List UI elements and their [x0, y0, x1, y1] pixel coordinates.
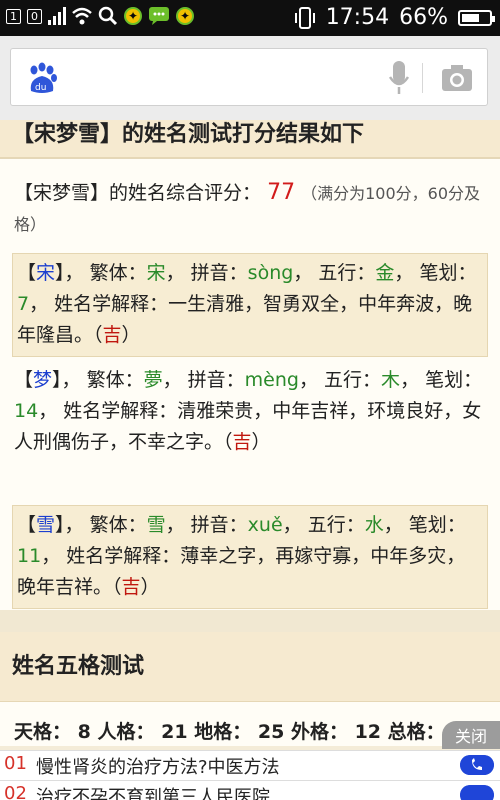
pinyin-value: mèng	[244, 369, 299, 391]
sim-1-icon: 1	[6, 8, 21, 24]
meaning-label: 姓名学解释：	[63, 400, 178, 422]
luck-value: 吉	[102, 324, 122, 346]
camera-icon[interactable]	[441, 63, 473, 93]
wuge-label: 地格：	[194, 721, 252, 743]
section-gap	[0, 610, 500, 632]
battery-icon	[458, 9, 495, 26]
luck-value: 吉	[232, 431, 252, 453]
ad-item[interactable]: 01 慢性肾炎的治疗方法?中医方法	[0, 750, 500, 780]
trad-label: 繁体：	[89, 262, 147, 284]
meaning-label: 姓名学解释：	[54, 293, 169, 315]
trad-label: 繁体：	[89, 514, 147, 536]
status-left: 1 0 ✦ ✦	[6, 6, 194, 26]
wuxing-label: 五行：	[324, 369, 382, 391]
pinyin-label: 拼音：	[190, 262, 248, 284]
wuge-label: 外格：	[290, 721, 348, 743]
strokes-value: 7	[17, 293, 30, 315]
wuxing-value: 金	[375, 262, 395, 284]
ad-text: 慢性肾炎的治疗方法?中医方法	[36, 757, 280, 778]
close-ad-button[interactable]: 关闭	[442, 721, 500, 749]
microphone-icon[interactable]	[389, 61, 409, 95]
luck-value: 吉	[121, 576, 141, 598]
char-box-song: 【宋】， 繁体：宋， 拼音：sòng， 五行：金， 笔划：7， 姓名学解释：一生…	[12, 253, 488, 357]
wuge-label: 总格：	[387, 721, 445, 743]
strokes-value: 11	[17, 545, 42, 567]
char-box-xue: 【雪】， 繁体：雪， 拼音：xuě， 五行：水， 笔划：11， 姓名学解释：薄幸…	[12, 505, 488, 609]
sim-0-icon: 0	[27, 8, 42, 24]
result-title: 【宋梦雪】的姓名测试打分结果如下	[0, 120, 500, 158]
divider	[422, 63, 423, 93]
char-label: 宋	[36, 262, 56, 284]
wuxing-label: 五行：	[307, 514, 365, 536]
score-summary: 【宋梦雪】的姓名综合评分： 77 （满分为100分，60分及格）	[14, 177, 484, 240]
ad-item[interactable]: 02 治疗不孕不育到第三人民医院	[0, 780, 500, 800]
trad-value: 雪	[146, 514, 166, 536]
pinyin-value: sòng	[247, 262, 294, 284]
search-input[interactable]: du	[10, 48, 488, 106]
summary-label: 的姓名综合评分：	[109, 182, 262, 204]
wuxing-label: 五行：	[318, 262, 376, 284]
strokes-label: 笔划：	[408, 514, 466, 536]
svg-text:du: du	[35, 83, 46, 93]
battery-percent: 66%	[399, 5, 448, 30]
wuge-value: 25	[257, 721, 285, 743]
meaning-label: 姓名学解释：	[66, 545, 181, 567]
char-label: 梦	[33, 369, 53, 391]
wuge-value: 21	[161, 721, 188, 743]
search-icon	[98, 6, 118, 26]
search-bar: du	[0, 36, 500, 120]
vibrate-icon	[294, 6, 315, 29]
wuge-value: 12	[354, 721, 382, 743]
app-badge-icon: ✦	[176, 7, 194, 25]
pinyin-label: 拼音：	[187, 369, 245, 391]
pinyin-value: xuě	[247, 514, 283, 536]
status-bar: 1 0 ✦ ✦ 17:54 66%	[0, 0, 500, 36]
wuge-label: 人格：	[97, 721, 155, 743]
trad-value: 宋	[146, 262, 166, 284]
baidu-logo-icon[interactable]: du	[25, 61, 59, 95]
strokes-value: 14	[14, 400, 39, 422]
status-right: 17:54 66%	[294, 5, 495, 30]
trad-value: 夢	[143, 369, 163, 391]
summary-name: 【宋梦雪】	[14, 182, 110, 204]
ad-text: 治疗不孕不育到第三人民医院	[36, 787, 270, 800]
wuge-value: 8	[77, 721, 91, 743]
clock: 17:54	[325, 5, 390, 30]
char-label: 雪	[36, 514, 56, 536]
phone-icon[interactable]	[460, 785, 494, 800]
char-item-meng: 【梦】， 繁体：夢， 拼音：mèng， 五行：木， 笔划：14， 姓名学解释：清…	[14, 369, 483, 453]
wuxing-value: 水	[364, 514, 384, 536]
wuge-label: 天格：	[14, 721, 72, 743]
pinyin-label: 拼音：	[190, 514, 248, 536]
phone-icon[interactable]	[460, 755, 494, 775]
score-value: 77	[267, 180, 296, 205]
wuge-values: 天格： 8 人格： 21 地格： 25 外格： 12 总格： 32	[14, 717, 494, 744]
wifi-icon	[72, 7, 92, 25]
strokes-label: 笔划：	[425, 369, 483, 391]
strokes-label: 笔划：	[419, 262, 477, 284]
result-card: 【宋梦雪】的姓名综合评分： 77 （满分为100分，60分及格） 【宋】， 繁体…	[0, 158, 500, 610]
app-badge-icon: ✦	[124, 7, 142, 25]
wuxing-value: 木	[381, 369, 401, 391]
signal-icon	[48, 7, 66, 25]
wuge-title: 姓名五格测试	[0, 632, 500, 702]
trad-label: 繁体：	[86, 369, 144, 391]
chat-icon	[149, 7, 169, 25]
ad-number: 02	[4, 783, 27, 800]
ad-number: 01	[4, 753, 27, 774]
